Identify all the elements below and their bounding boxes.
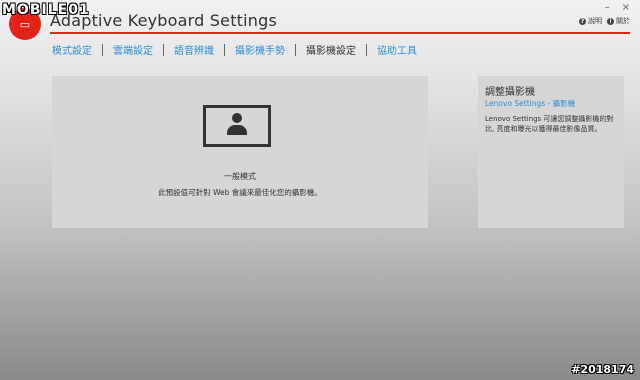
window-controls: – ×	[605, 3, 630, 13]
tab-cloud-settings[interactable]: 雲端設定	[113, 42, 153, 57]
info-icon: i	[607, 17, 614, 25]
tab-voice-recognition[interactable]: 語音辨識	[174, 42, 214, 57]
keyboard-icon: ▭	[19, 17, 31, 31]
title-underline	[50, 32, 630, 34]
help-links: ? 說明 i 關於	[579, 16, 630, 26]
tab-camera-gestures[interactable]: 攝影機手勢	[235, 42, 285, 57]
minimize-button[interactable]: –	[605, 3, 610, 13]
help-link[interactable]: ? 說明	[579, 16, 602, 26]
tab-mode-settings[interactable]: 模式設定	[52, 42, 92, 57]
info-title: 調整攝影機	[485, 87, 535, 98]
about-label: 關於	[616, 17, 630, 25]
tab-divider	[366, 43, 367, 56]
mode-description: 此預設值可針對 Web 會議來最佳化您的攝影機。	[158, 188, 322, 197]
tab-divider	[224, 43, 225, 56]
camera-mode-card[interactable]: 一般模式 此預設值可針對 Web 會議來最佳化您的攝影機。	[52, 76, 428, 228]
watermark-logo: MOBILE01	[2, 2, 90, 18]
tab-bar: 模式設定 雲端設定 語音辨識 攝影機手勢 攝影機設定 協助工具	[52, 42, 417, 57]
info-panel: 調整攝影機 Lenovo Settings - 攝影機 Lenovo Setti…	[478, 76, 624, 228]
info-description: Lenovo Settings 可讓您調整攝影機的對比, 亮度和曝光以獲得最佳影…	[485, 115, 614, 133]
help-icon: ?	[579, 17, 586, 25]
watermark-id: #2018174	[571, 363, 634, 376]
tab-camera-settings[interactable]: 攝影機設定	[306, 42, 356, 57]
help-label: 說明	[588, 17, 602, 25]
tab-divider	[163, 43, 164, 56]
mode-label: 一般模式	[224, 172, 256, 181]
tab-accessibility[interactable]: 協助工具	[377, 42, 417, 57]
tab-divider	[295, 43, 296, 56]
person-icon	[225, 113, 249, 139]
camera-settings-link[interactable]: Lenovo Settings - 攝影機	[485, 98, 575, 109]
camera-frame-icon	[203, 105, 271, 147]
tab-divider	[102, 43, 103, 56]
about-link[interactable]: i 關於	[607, 16, 630, 26]
close-button[interactable]: ×	[622, 3, 630, 13]
